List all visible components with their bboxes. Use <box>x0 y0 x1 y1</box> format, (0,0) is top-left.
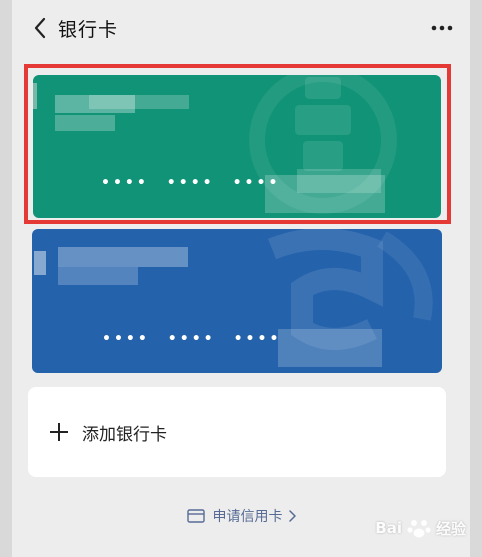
watermark-text: Bai <box>375 519 402 537</box>
blurred-card-tail <box>278 329 382 367</box>
more-button[interactable] <box>422 8 462 48</box>
add-bank-card-button[interactable]: 添加银行卡 <box>28 387 446 477</box>
masked-digits: •••• <box>167 331 216 347</box>
blurred-card-tail <box>297 169 381 193</box>
masked-digits: •••• <box>101 175 149 191</box>
blurred-card-type <box>55 115 115 131</box>
bank-card[interactable]: •••• •••• •••• <box>32 229 442 373</box>
chevron-left-icon <box>34 17 46 39</box>
chevron-right-icon <box>288 510 296 522</box>
watermark: Bai 经验 <box>375 515 466 541</box>
page-title: 银行卡 <box>58 18 119 41</box>
plus-icon <box>48 421 70 443</box>
more-icon <box>431 25 453 31</box>
blurred-bank-name <box>89 95 189 109</box>
card-icon <box>186 509 205 523</box>
masked-digits: •••• <box>166 175 215 191</box>
back-button[interactable] <box>24 8 56 48</box>
paw-icon <box>407 520 431 538</box>
masked-digits: •••• <box>233 331 282 347</box>
masked-card-number: •••• •••• •••• <box>102 331 281 347</box>
nav-bar: 银行卡 <box>12 0 470 56</box>
apply-credit-card-label: 申请信用卡 <box>212 509 283 525</box>
bank-card[interactable]: •••• •••• •••• <box>33 75 441 218</box>
blurred-bank-name <box>34 251 46 275</box>
screen-edge-right <box>470 0 482 557</box>
masked-digits: •••• <box>102 331 150 347</box>
add-bank-card-label: 添加银行卡 <box>82 424 167 445</box>
screen-edge-left <box>0 0 12 557</box>
blurred-bank-name <box>33 83 37 109</box>
masked-card-number: •••• •••• •••• <box>101 175 280 191</box>
blurred-card-type <box>58 267 138 285</box>
watermark-suffix: 经验 <box>435 519 466 538</box>
blurred-bank-name <box>58 247 188 267</box>
